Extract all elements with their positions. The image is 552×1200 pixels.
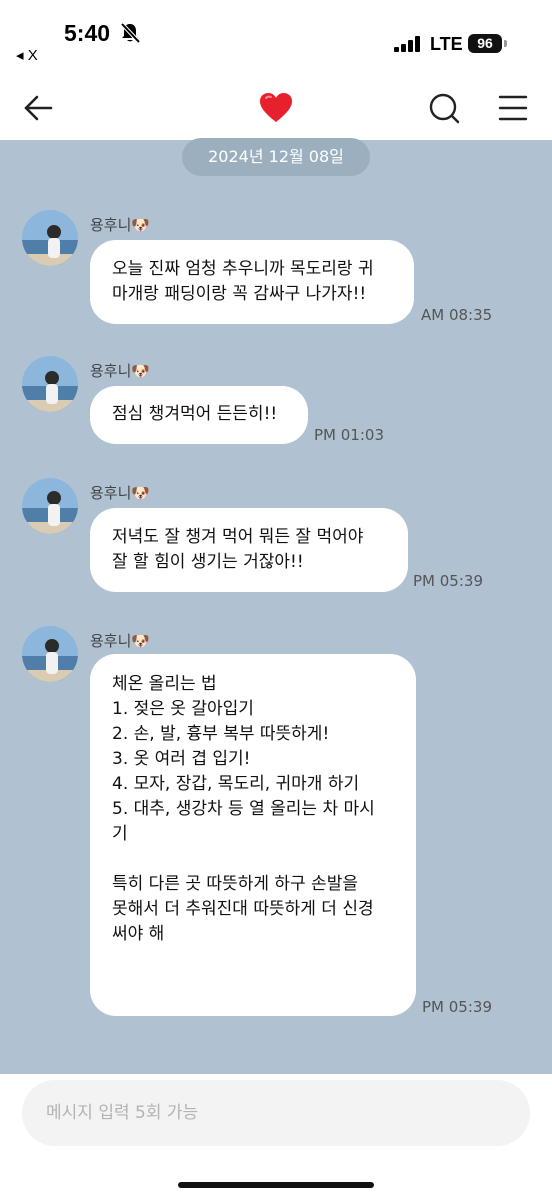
message-text: 점심 챙겨먹어 든든히!! xyxy=(112,404,278,424)
message-bubble[interactable]: 체온 올리는 법 1. 젖은 옷 갈아입기 2. 손, 발, 흉부 복부 따뜻하… xyxy=(90,654,416,1016)
home-indicator[interactable] xyxy=(178,1182,374,1188)
message-bubble[interactable]: 오늘 진짜 엄청 추우니까 목도리랑 귀 마개랑 패딩이랑 꼭 감싸구 나가자!… xyxy=(90,240,414,324)
status-bar: 5:40 ◂ X LTE 96 xyxy=(0,0,552,78)
avatar[interactable] xyxy=(22,356,78,412)
message-time: PM 05:39 xyxy=(422,998,492,1016)
message-bubble[interactable]: 점심 챙겨먹어 든든히!! xyxy=(90,386,308,444)
cellular-signal-icon xyxy=(394,36,420,52)
carrier-label: LTE xyxy=(430,34,463,54)
status-time: 5:40 xyxy=(64,20,111,46)
battery-level: 96 xyxy=(468,34,502,53)
sender-name: 용후니🐶 xyxy=(90,484,151,502)
avatar[interactable] xyxy=(22,478,78,534)
back-to-app-link[interactable]: ◂ X xyxy=(16,46,38,64)
sender-name: 용후니🐶 xyxy=(90,632,151,650)
message-text: 저녁도 잘 챙겨 먹어 뭐든 잘 먹어야 잘 할 힘이 생기는 거잖아!! xyxy=(112,527,364,572)
message-input[interactable] xyxy=(22,1080,530,1146)
message-input-bar xyxy=(0,1074,552,1200)
message-time: AM 08:35 xyxy=(421,306,493,324)
message-bubble[interactable]: 저녁도 잘 챙겨 먹어 뭐든 잘 먹어야 잘 할 힘이 생기는 거잖아!! xyxy=(90,508,408,592)
arrow-left-icon[interactable] xyxy=(22,92,54,124)
avatar[interactable] xyxy=(22,210,78,266)
message-text: 체온 올리는 법 1. 젖은 옷 갈아입기 2. 손, 발, 흉부 복부 따뜻하… xyxy=(112,674,375,944)
message-time: PM 01:03 xyxy=(314,426,384,444)
battery-icon: 96 xyxy=(468,34,508,53)
hamburger-menu-icon[interactable] xyxy=(498,92,530,124)
sender-name: 용후니🐶 xyxy=(90,362,151,380)
battery-nub xyxy=(504,40,507,47)
sender-name: 용후니🐶 xyxy=(90,216,151,234)
chat-header xyxy=(0,78,552,140)
chat-area[interactable]: 2024년 12월 08일 용후니🐶 오늘 진짜 엄청 추우니까 목도리랑 귀 … xyxy=(0,138,552,1074)
message-time: PM 05:39 xyxy=(413,572,483,590)
date-divider: 2024년 12월 08일 xyxy=(182,138,370,176)
red-heart-icon xyxy=(260,93,292,122)
message-text: 오늘 진짜 엄청 추우니까 목도리랑 귀 마개랑 패딩이랑 꼭 감싸구 나가자!… xyxy=(112,259,374,304)
avatar[interactable] xyxy=(22,626,78,682)
bell-slash-icon xyxy=(120,22,140,44)
search-icon[interactable] xyxy=(428,92,460,124)
